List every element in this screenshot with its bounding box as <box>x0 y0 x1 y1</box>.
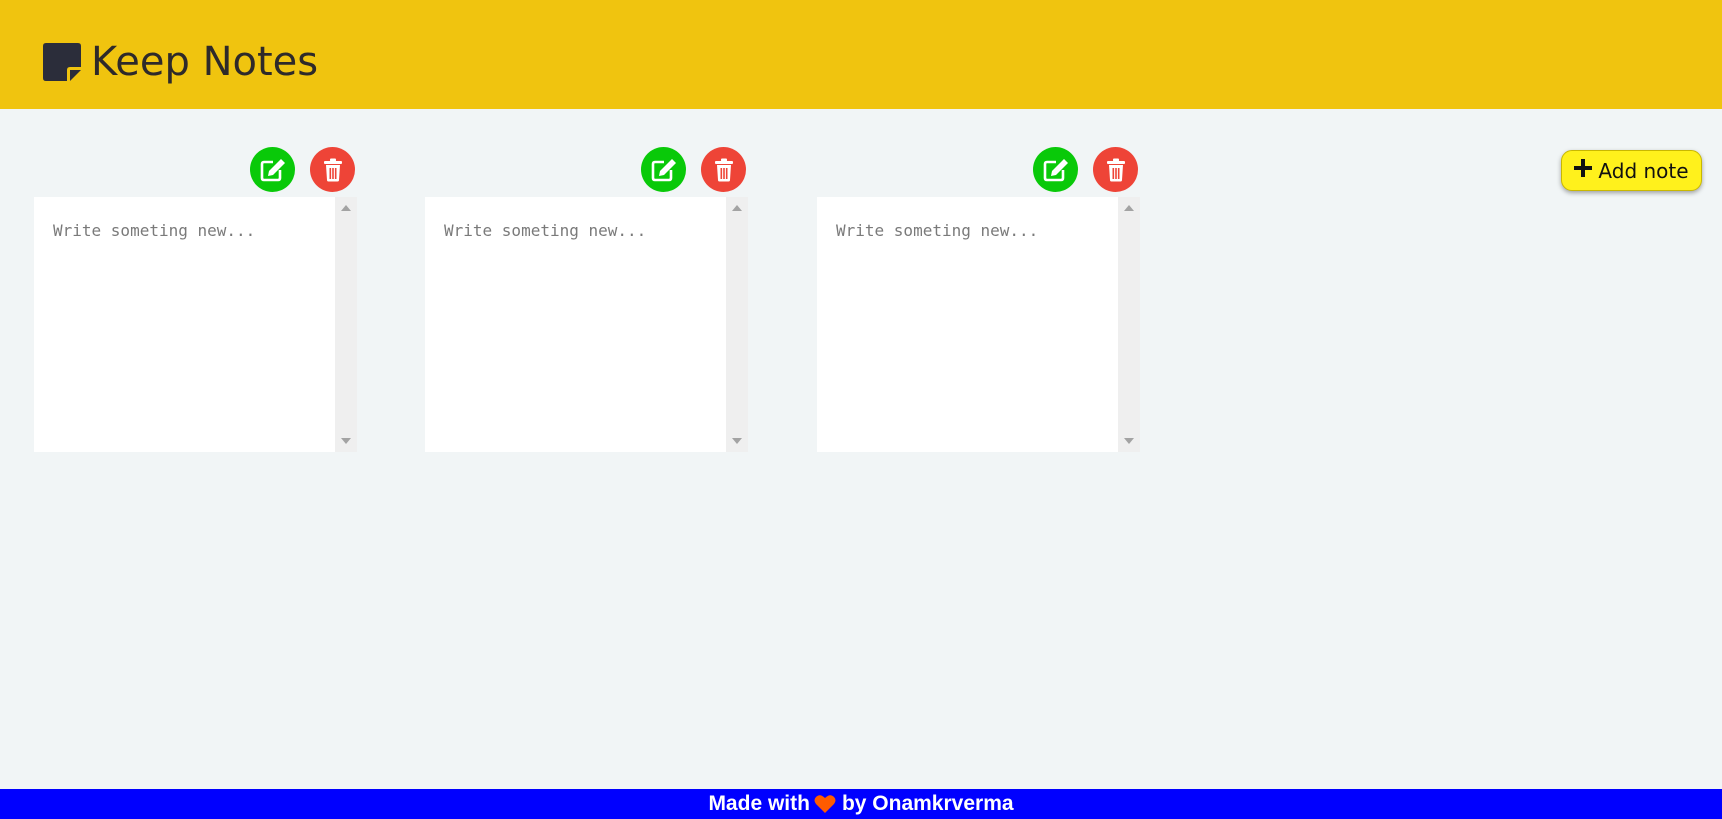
note-scrollbar[interactable] <box>726 197 748 452</box>
note-scrollbar[interactable] <box>335 197 357 452</box>
note-card <box>817 146 1140 452</box>
heart-icon <box>814 794 836 814</box>
note-textarea[interactable] <box>817 197 1118 452</box>
footer: Made with by Onamkrverma <box>0 789 1722 819</box>
scroll-down-icon[interactable] <box>341 438 351 444</box>
plus-icon <box>1574 159 1593 182</box>
edit-note-button[interactable] <box>250 147 295 192</box>
delete-note-button[interactable] <box>1093 147 1138 192</box>
note-card <box>425 146 748 452</box>
edit-note-button[interactable] <box>641 147 686 192</box>
app-header: Keep Notes <box>0 0 1722 109</box>
trash-icon <box>323 158 343 182</box>
delete-note-button[interactable] <box>701 147 746 192</box>
note-textarea[interactable] <box>34 197 335 452</box>
add-note-label: Add note <box>1598 158 1689 183</box>
note-scrollbar[interactable] <box>1118 197 1140 452</box>
scroll-down-icon[interactable] <box>732 438 742 444</box>
app-title: Keep Notes <box>91 39 319 85</box>
edit-icon <box>1043 158 1069 182</box>
footer-prefix: Made with <box>708 792 810 815</box>
trash-icon <box>714 158 734 182</box>
delete-note-button[interactable] <box>310 147 355 192</box>
edit-icon <box>651 158 677 182</box>
scroll-down-icon[interactable] <box>1124 438 1134 444</box>
note-textarea[interactable] <box>425 197 726 452</box>
scroll-up-icon[interactable] <box>341 205 351 211</box>
add-note-button[interactable]: Add note <box>1561 150 1702 191</box>
scroll-up-icon[interactable] <box>732 205 742 211</box>
trash-icon <box>1106 158 1126 182</box>
footer-suffix: by Onamkrverma <box>841 792 1014 815</box>
scroll-up-icon[interactable] <box>1124 205 1134 211</box>
edit-icon <box>260 158 286 182</box>
edit-note-button[interactable] <box>1033 147 1078 192</box>
sticky-note-icon <box>43 43 81 81</box>
note-card <box>34 146 357 452</box>
